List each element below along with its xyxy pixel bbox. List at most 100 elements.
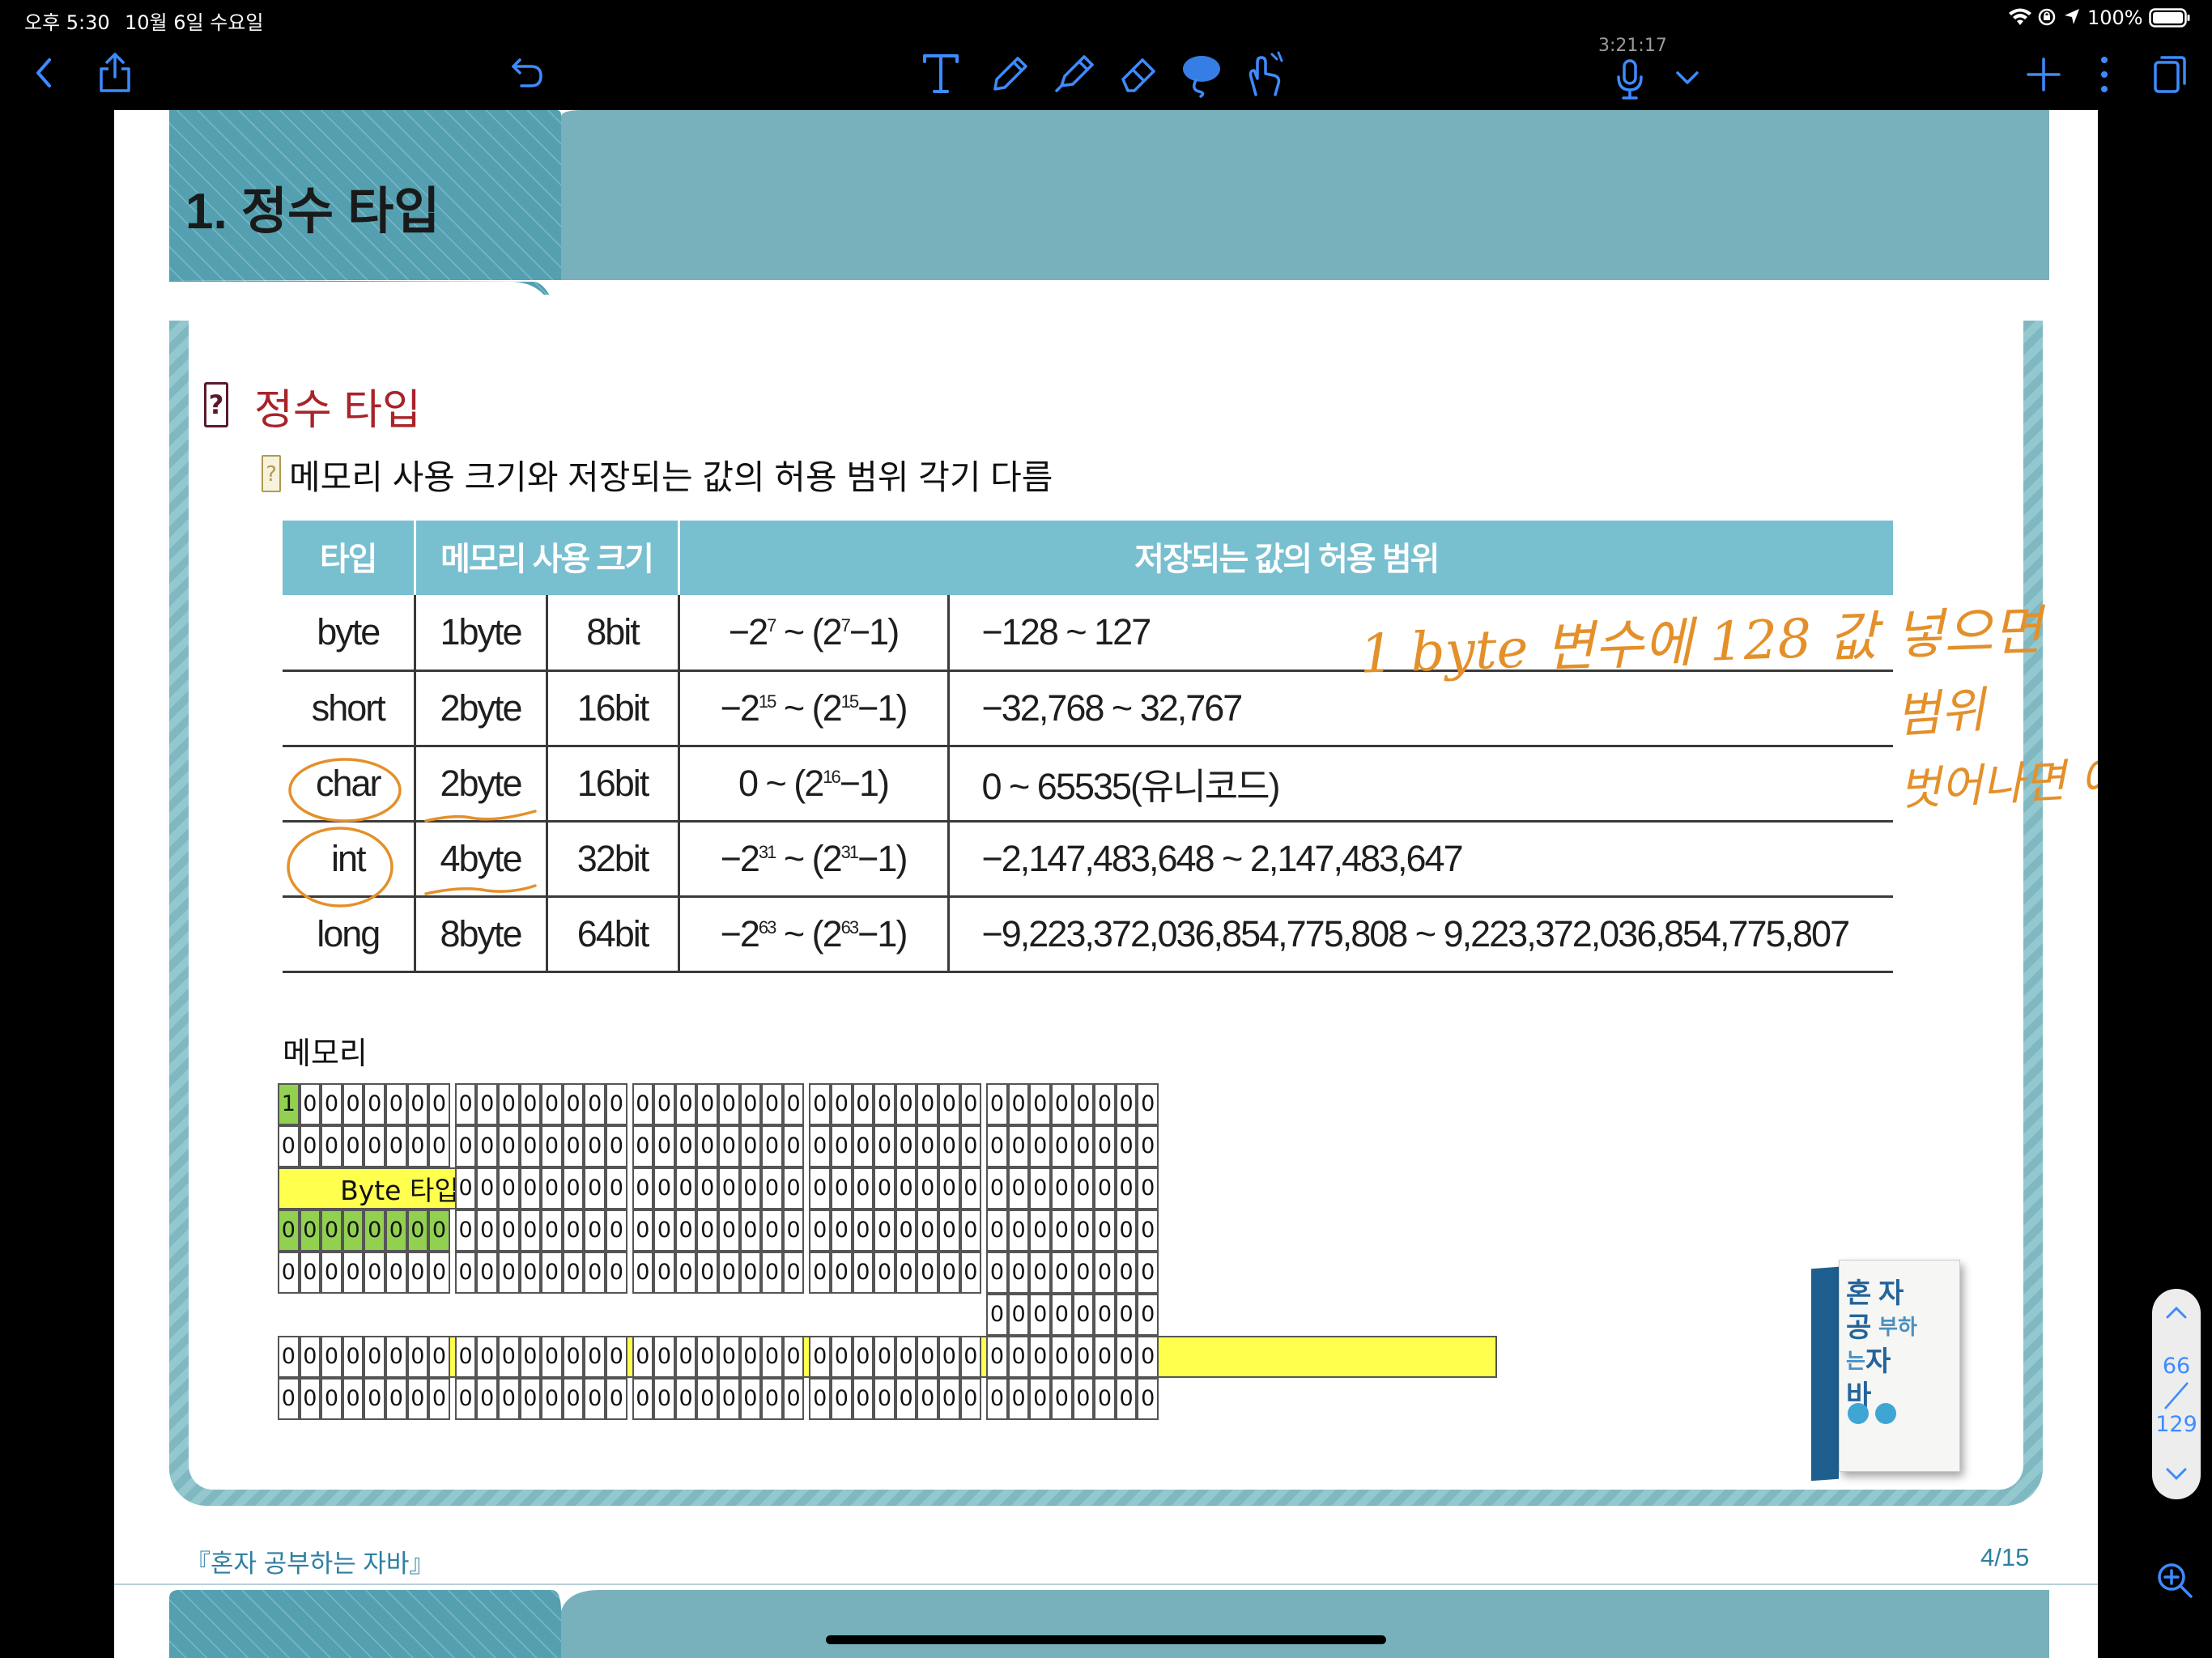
memory-bit-cell: 0 bbox=[606, 1167, 627, 1209]
more-options-icon[interactable] bbox=[2092, 53, 2116, 96]
memory-bit-cell: 0 bbox=[718, 1083, 740, 1125]
memory-bit-cell: 0 bbox=[1029, 1167, 1051, 1209]
exponent-range-cell: −215 ~ (215−1) bbox=[678, 670, 950, 747]
cell-text: ~ (2 bbox=[775, 610, 843, 653]
scroll-down-icon[interactable] bbox=[2160, 1462, 2193, 1486]
memory-bit-cell: 0 bbox=[321, 1336, 342, 1378]
location-icon bbox=[2063, 7, 2081, 32]
memory-bit-cell: 0 bbox=[809, 1167, 831, 1209]
memory-bit-cell: 0 bbox=[632, 1252, 654, 1294]
battery-icon bbox=[2149, 8, 2191, 32]
memory-bit-cell: 0 bbox=[938, 1209, 960, 1252]
memory-bit-cell: 0 bbox=[831, 1125, 853, 1167]
page-scroller[interactable]: 66 129 bbox=[2152, 1289, 2201, 1499]
undo-icon[interactable] bbox=[507, 52, 547, 92]
next-page-header bbox=[169, 1590, 2049, 1658]
memory-bit-cell: 0 bbox=[519, 1209, 542, 1252]
microphone-icon[interactable] bbox=[1613, 57, 1647, 102]
cell-text: short bbox=[311, 687, 386, 729]
handwritten-note-2: 범위 bbox=[1894, 682, 1988, 745]
memory-bit-cell: 0 bbox=[809, 1125, 831, 1167]
memory-bit-cell: 0 bbox=[1137, 1252, 1159, 1294]
zoom-in-icon[interactable] bbox=[2152, 1558, 2197, 1603]
app-root: 오후 5:30 10월 6일 수요일 100% 3:21:17 1. 정수 타입… bbox=[0, 0, 2212, 1658]
memory-bit-cell: 0 bbox=[852, 1252, 874, 1294]
memory-bit-cell: 0 bbox=[584, 1125, 606, 1167]
cell-text: −2 bbox=[720, 687, 760, 729]
book-title-char: 혼 bbox=[1846, 1278, 1872, 1310]
cell-text: 4byte bbox=[440, 837, 522, 879]
memory-bit-cell: 0 bbox=[1051, 1336, 1073, 1378]
memory-bit-cell: 0 bbox=[938, 1336, 960, 1378]
memory-bit-cell: 0 bbox=[278, 1209, 300, 1252]
cell-text: −1) bbox=[857, 687, 908, 729]
memory-bit-cell: 0 bbox=[718, 1167, 740, 1209]
bits-cell: 16bit bbox=[547, 670, 680, 747]
memory-bit-cell: 0 bbox=[1094, 1209, 1116, 1252]
lasso-tool-icon[interactable] bbox=[1179, 49, 1224, 99]
memory-bit-cell: 0 bbox=[498, 1167, 520, 1209]
cell-text: −1) bbox=[849, 610, 900, 653]
page-view-icon[interactable] bbox=[2149, 52, 2191, 97]
memory-bit-cell: 0 bbox=[562, 1167, 585, 1209]
memory-bit-cell: 0 bbox=[674, 1336, 697, 1378]
memory-bit-cell: 0 bbox=[739, 1167, 762, 1209]
memory-bit-cell: 0 bbox=[696, 1252, 718, 1294]
memory-bit-cell: 0 bbox=[917, 1083, 938, 1125]
memory-bit-cell: 0 bbox=[696, 1336, 718, 1378]
memory-bit-cell: 0 bbox=[1094, 1336, 1116, 1378]
eraser-tool-icon[interactable] bbox=[1116, 50, 1161, 97]
memory-bit-cell: 0 bbox=[1137, 1294, 1159, 1336]
add-page-icon[interactable] bbox=[2024, 55, 2063, 94]
cell-text: ~ (2 bbox=[775, 687, 843, 729]
memory-bit-cell: 0 bbox=[498, 1083, 520, 1125]
memory-bit-cell: 0 bbox=[1072, 1378, 1095, 1420]
memory-bit-cell: 0 bbox=[606, 1378, 627, 1420]
memory-bit-cell: 0 bbox=[782, 1252, 805, 1294]
value-range-cell: 0 ~ 65535(유니코드) bbox=[948, 746, 1893, 823]
type-cell: byte bbox=[283, 595, 416, 672]
memory-bit-cell: 0 bbox=[1007, 1294, 1030, 1336]
header-type: 타입 bbox=[283, 521, 416, 595]
exponent-range-cell: −263 ~ (263−1) bbox=[678, 896, 950, 973]
memory-bit-cell: 0 bbox=[938, 1252, 960, 1294]
memory-bit-cell: 0 bbox=[986, 1083, 1008, 1125]
memory-bit-cell: 0 bbox=[917, 1167, 938, 1209]
memory-bit-cell: 0 bbox=[739, 1209, 762, 1252]
memory-bit-cell: 0 bbox=[476, 1378, 498, 1420]
book-cover-image: 혼자공부하는자바 bbox=[1811, 1260, 1962, 1494]
bits-cell: 16bit bbox=[547, 746, 680, 823]
memory-bit-cell: 0 bbox=[917, 1378, 938, 1420]
memory-bit-cell: 0 bbox=[696, 1167, 718, 1209]
memory-bit-cell: 0 bbox=[718, 1336, 740, 1378]
pen-tool-icon[interactable] bbox=[988, 50, 1030, 97]
gesture-tool-icon[interactable] bbox=[1242, 49, 1287, 99]
memory-bit-cell: 0 bbox=[1051, 1125, 1073, 1167]
memory-bit-cell: 0 bbox=[831, 1336, 853, 1378]
memory-bit-cell: 0 bbox=[674, 1209, 697, 1252]
memory-bit-cell: 0 bbox=[1115, 1336, 1138, 1378]
scroll-up-icon[interactable] bbox=[2160, 1300, 2193, 1324]
cell-text: 0 bbox=[738, 762, 759, 804]
cell-text: −1) bbox=[857, 837, 908, 879]
memory-bit-cell: 0 bbox=[1094, 1167, 1116, 1209]
chevron-down-icon[interactable] bbox=[1671, 63, 1704, 92]
cell-text: 64bit bbox=[576, 912, 650, 954]
cell-text: 15 bbox=[840, 691, 860, 712]
memory-bit-cell: 0 bbox=[938, 1083, 960, 1125]
status-time: 오후 5:30 bbox=[24, 11, 110, 34]
memory-bit-cell: 0 bbox=[321, 1125, 342, 1167]
text-tool-icon[interactable] bbox=[920, 50, 962, 97]
exponent-range-cell: −231 ~ (231−1) bbox=[678, 821, 950, 898]
memory-bit-cell: 0 bbox=[562, 1125, 585, 1167]
footer-book-title: 『혼자 공부하는 자바』 bbox=[185, 1550, 435, 1578]
memory-bit-cell: 0 bbox=[321, 1252, 342, 1294]
memory-bit-cell: 0 bbox=[1007, 1336, 1030, 1378]
share-icon[interactable] bbox=[94, 49, 136, 96]
highlighter-tool-icon[interactable] bbox=[1051, 50, 1096, 97]
bytes-cell: 2byte bbox=[415, 670, 548, 747]
home-indicator[interactable] bbox=[826, 1635, 1386, 1644]
back-icon[interactable] bbox=[26, 55, 62, 91]
memory-bit-cell: 0 bbox=[278, 1125, 300, 1167]
memory-bit-cell: 0 bbox=[519, 1378, 542, 1420]
